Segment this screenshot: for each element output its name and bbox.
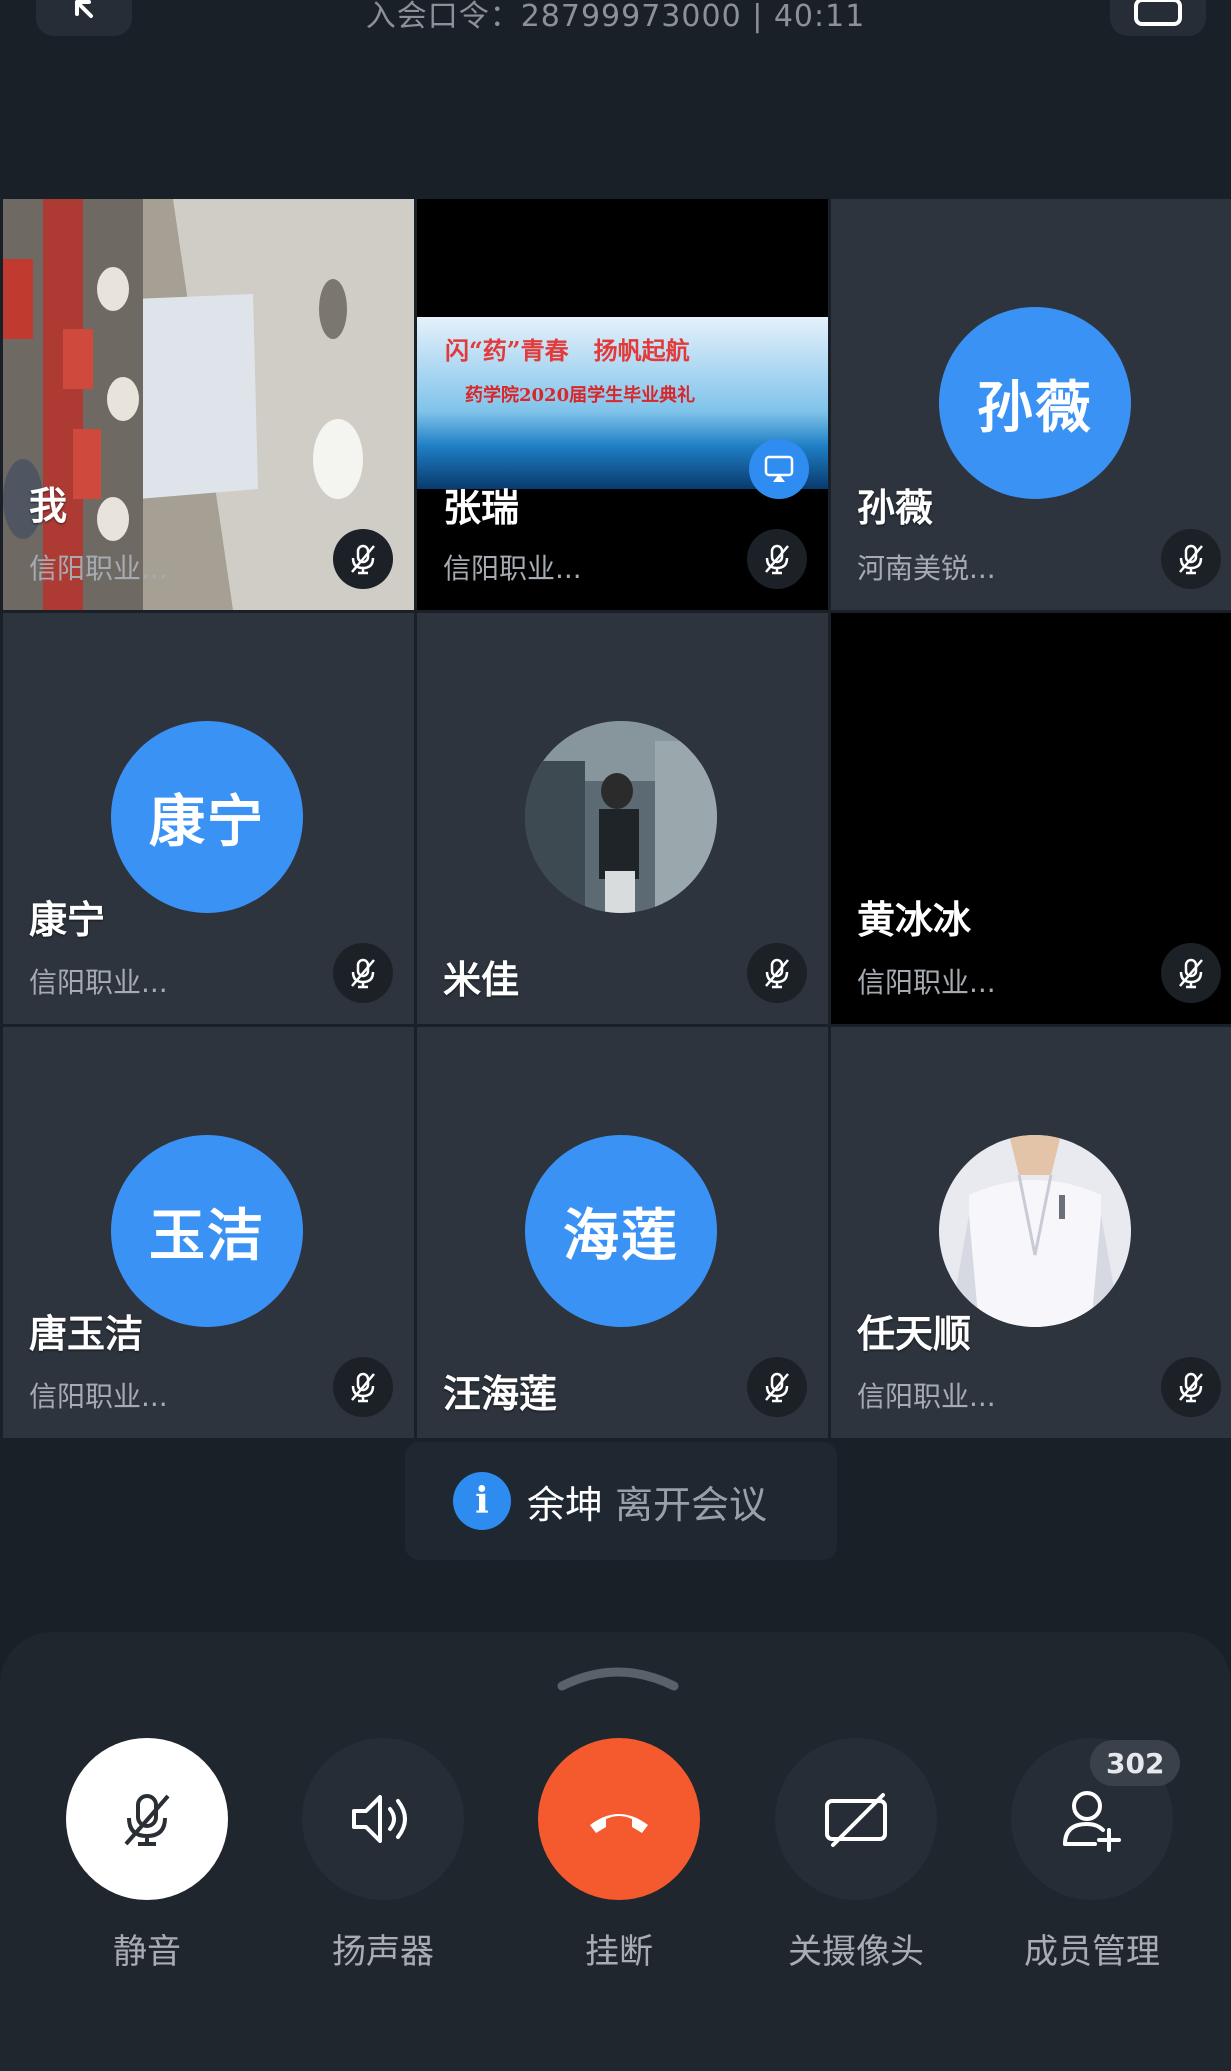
participant-tile-zhangrui[interactable]: 闪“药”青春 扬帆起航 药学院2020届学生毕业典礼 张瑞 信阳职业... [417,199,828,610]
mic-muted-badge [333,943,393,1003]
add-member-icon [1063,1791,1121,1852]
mic-muted-icon [765,544,789,575]
participant-name: 黄冰冰 [857,898,972,942]
mic-muted-badge [333,1357,393,1417]
participant-org: 信阳职业... [443,552,582,585]
participant-tile-huangbingbing[interactable]: 黄冰冰 信阳职业... [831,613,1231,1024]
mic-muted-icon [765,1372,789,1403]
hangup-label: 挂断 [585,1932,653,1972]
camera-toggle-label: 关摄像头 [788,1932,924,1972]
meeting-info: 入会口令：28799973000 | 40:11 [365,0,866,34]
participant-org: 信阳职业... [857,966,996,999]
participant-org: 信阳职业... [29,1380,168,1413]
speaker-icon [352,1795,407,1843]
toast-message: 离开会议 [615,1482,768,1527]
participant-name: 汪海莲 [443,1372,558,1416]
participant-tile-mijia[interactable]: 米佳 [417,613,828,1024]
participant-name: 我 [29,484,68,528]
participant-org: 信阳职业... [29,552,168,585]
participant-tile-kangning[interactable]: 康宁 康宁 信阳职业... [3,613,414,1024]
info-icon: i [453,1472,511,1530]
mic-muted-badge [1161,529,1221,589]
participant-tile-wanghailian[interactable]: 海莲 汪海莲 [417,1027,828,1438]
mic-muted-badge [747,1357,807,1417]
camera-off-icon [825,1793,887,1847]
mute-label: 静音 [113,1932,181,1972]
camera-switch-button[interactable] [1110,0,1206,36]
participant-tile-me[interactable]: 我 信阳职业... [3,199,414,610]
participant-tile-sunwei[interactable]: 孙薇 孙薇 河南美锐... [831,199,1231,610]
members-label: 成员管理 [1024,1932,1160,1972]
mic-muted-icon [124,1794,170,1846]
mic-muted-badge [1161,943,1221,1003]
mic-muted-icon [351,1372,375,1403]
mic-muted-icon [765,958,789,989]
expand-handle-icon[interactable] [556,1662,680,1692]
camera-switch-icon [1134,0,1182,26]
hangup-button[interactable]: 挂断 [538,1738,700,1973]
mic-muted-icon [1179,958,1203,989]
participant-name: 康宁 [29,898,106,942]
screen-share-icon [764,455,794,482]
participant-tile-rentianshun[interactable]: 任天顺 信阳职业... [831,1027,1231,1438]
mic-muted-icon [1179,1372,1203,1403]
participant-avatar: 孙薇 [939,307,1131,499]
shared-screen-title: 闪“药”青春 扬帆起航 [445,336,690,365]
mic-muted-badge [747,529,807,589]
participant-org: 河南美锐... [857,552,996,585]
hangup-phone-icon [590,1814,648,1833]
participant-name: 张瑞 [443,486,520,530]
mic-muted-icon [351,958,375,989]
mic-muted-badge [333,529,393,589]
participant-org: 信阳职业... [857,1380,996,1413]
camera-toggle-circle[interactable] [775,1738,937,1900]
leave-notification-toast: i 余坤 离开会议 [405,1442,837,1560]
speaker-button-circle[interactable] [302,1738,464,1900]
mute-button[interactable]: 静音 [66,1738,228,1973]
camera-toggle-button[interactable]: 关摄像头 [775,1738,937,1973]
speaker-button[interactable]: 扬声器 [302,1738,464,1973]
participant-name: 孙薇 [857,486,934,530]
mic-muted-icon [1179,544,1203,575]
participant-avatar: 玉洁 [111,1135,303,1327]
participant-tile-tangyujie[interactable]: 玉洁 唐玉洁 信阳职业... [3,1027,414,1438]
participant-name: 米佳 [443,958,520,1002]
mute-button-circle[interactable] [66,1738,228,1900]
participant-photo [939,1135,1131,1327]
member-count-badge: 302 [1090,1740,1181,1786]
toast-name: 余坤 [527,1482,604,1527]
mic-muted-icon [351,544,375,575]
screen-share-badge [749,439,809,499]
hangup-button-circle[interactable] [538,1738,700,1900]
participant-avatar: 康宁 [111,721,303,913]
mic-muted-badge [1161,1357,1221,1417]
participant-name: 任天顺 [857,1312,972,1356]
shared-screen-subtitle: 药学院2020届学生毕业典礼 [465,385,696,406]
participant-avatar: 海莲 [525,1135,717,1327]
participant-name: 唐玉洁 [29,1312,144,1356]
participant-photo [525,721,717,913]
speaker-label: 扬声器 [332,1932,434,1972]
mic-muted-badge [747,943,807,1003]
participant-org: 信阳职业... [29,966,168,999]
